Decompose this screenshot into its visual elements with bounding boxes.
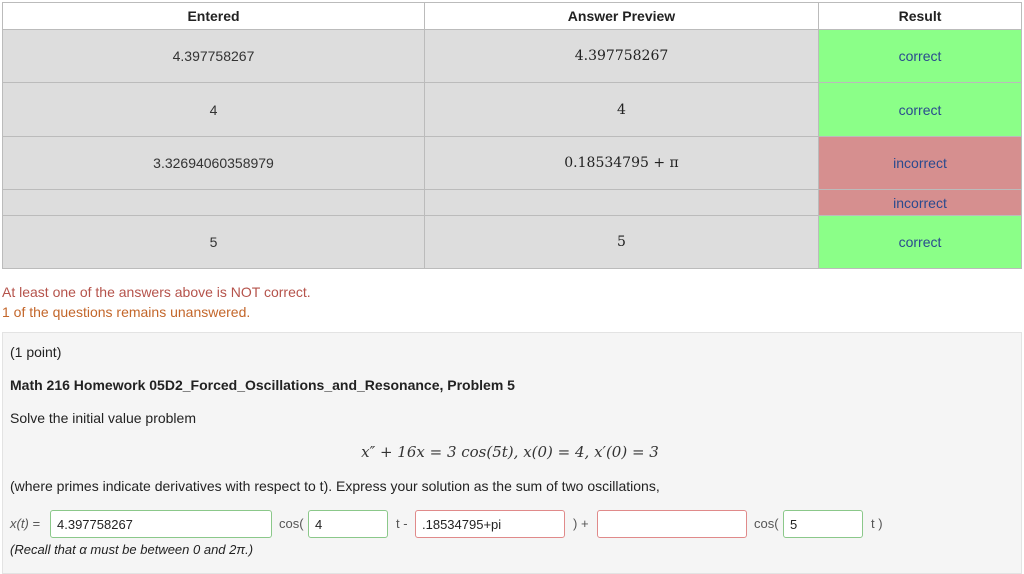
entered-cell: 4.397758267 [2, 29, 425, 83]
cos-label-2: cos( [754, 516, 779, 531]
preview-cell: 5 [424, 215, 819, 269]
t-minus-label: t - [396, 516, 408, 531]
not-correct-message: At least one of the answers above is NOT… [2, 284, 311, 300]
header-result: Result [818, 2, 1022, 30]
header-preview: Answer Preview [424, 2, 819, 30]
entered-cell [2, 189, 425, 216]
result-cell: correct [818, 82, 1022, 137]
table-row: 5 5 correct [2, 215, 1022, 269]
problem-title: Math 216 Homework 05D2_Forced_Oscillatio… [10, 377, 515, 393]
entered-cell: 5 [2, 215, 425, 269]
amplitude-2-input[interactable] [597, 510, 747, 538]
cos-label-1: cos( [279, 516, 304, 531]
frequency-1-input[interactable] [308, 510, 388, 538]
paren-plus-label: ) + [573, 516, 589, 531]
frequency-2-input[interactable] [783, 510, 863, 538]
table-row: 3.32694060358979 0.18534795 + π incorrec… [2, 136, 1022, 190]
recall-note: (Recall that α must be between 0 and 2π.… [10, 542, 254, 557]
table-row: 4.397758267 4.397758267 correct [2, 29, 1022, 83]
problem-equation: x″ + 16x = 3 cos(5t), x(0) = 4, x′(0) = … [361, 443, 659, 461]
problem-instructions: (where primes indicate derivatives with … [10, 478, 660, 494]
entered-cell: 4 [2, 82, 425, 137]
problem-points: (1 point) [10, 344, 62, 360]
t-close-label: t ) [871, 516, 883, 531]
entered-cell: 3.32694060358979 [2, 136, 425, 190]
preview-cell [424, 189, 819, 216]
phase-input[interactable] [415, 510, 565, 538]
problem-prompt: Solve the initial value problem [10, 410, 196, 426]
table-row: incorrect [2, 189, 1022, 216]
preview-cell: 4.397758267 [424, 29, 819, 83]
result-cell: correct [818, 215, 1022, 269]
xt-label: x(t) = [10, 516, 40, 531]
preview-cell: 4 [424, 82, 819, 137]
results-table: Entered Answer Preview Result 4.39775826… [2, 2, 1022, 269]
table-row: 4 4 correct [2, 82, 1022, 137]
result-cell: correct [818, 29, 1022, 83]
unanswered-message: 1 of the questions remains unanswered. [2, 304, 251, 320]
result-cell: incorrect [818, 189, 1022, 216]
result-cell: incorrect [818, 136, 1022, 190]
preview-cell: 0.18534795 + π [424, 136, 819, 190]
header-entered: Entered [2, 2, 425, 30]
amplitude-1-input[interactable] [50, 510, 272, 538]
